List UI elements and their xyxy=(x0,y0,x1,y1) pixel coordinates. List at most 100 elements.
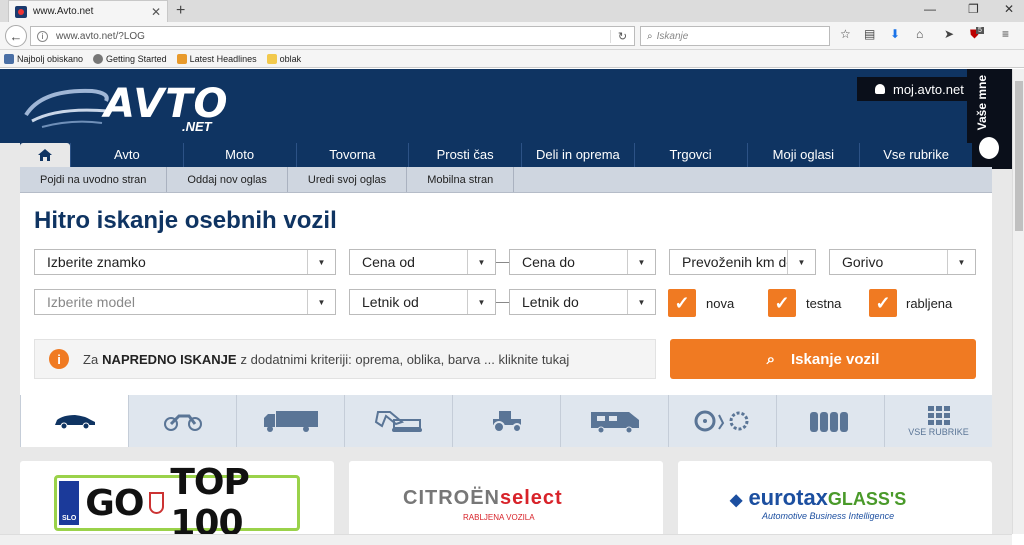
range-dash xyxy=(496,262,510,263)
speech-bubble-icon xyxy=(979,137,999,159)
checkbox-rabljena-label: rabljena xyxy=(906,296,953,311)
nav-avto[interactable]: Avto xyxy=(70,143,183,167)
globe-icon xyxy=(93,53,104,64)
chevron-down-icon: ▼ xyxy=(467,250,495,274)
chevron-down-icon: ▼ xyxy=(787,250,815,274)
search-title: Hitro iskanje osebnih vozil xyxy=(34,207,337,234)
km-select[interactable]: Prevoženih km do ▼ xyxy=(669,249,816,275)
url-bar[interactable]: i www.avto.net/?LOG ↻ xyxy=(30,26,635,46)
download-icon[interactable]: ⬇ xyxy=(890,27,900,41)
price-to-select[interactable]: Cena do ▼ xyxy=(509,249,656,275)
bookmarks-bar: Najbolj obiskano Getting Started Latest … xyxy=(0,50,1024,68)
subnav-uredi[interactable]: Uredi svoj oglas xyxy=(288,167,408,192)
info-icon[interactable]: i xyxy=(37,30,48,42)
model-select[interactable]: Izberite model ▼ xyxy=(34,289,336,315)
rss-icon xyxy=(176,53,187,64)
browser-tab[interactable]: www.Avto.net ✕ xyxy=(8,0,168,22)
category-tabs: VSE RUBRIKE xyxy=(20,395,992,447)
bookmark-star-icon[interactable]: ☆ xyxy=(840,27,851,41)
nav-moji-oglasi[interactable]: Moji oglasi xyxy=(746,143,860,167)
nav-prosti-cas[interactable]: Prosti čas xyxy=(408,143,521,167)
avto-favicon-icon xyxy=(15,5,27,18)
category-construction[interactable] xyxy=(344,395,452,447)
tires-icon xyxy=(809,412,848,432)
site-header: AVTO .NET moj.avto.net xyxy=(0,69,1012,143)
eurotax-logo: ◆ eurotaxGLASS'S xyxy=(730,485,907,510)
subnav-mobilna[interactable]: Mobilna stran xyxy=(407,167,515,192)
send-icon[interactable]: ➤ xyxy=(944,27,954,41)
account-link[interactable]: moj.avto.net xyxy=(857,77,972,101)
search-icon: ⌕ xyxy=(647,30,653,42)
ublock-icon[interactable]: ⛊5 xyxy=(970,27,987,42)
scroll-thumb[interactable] xyxy=(1015,81,1023,231)
advanced-search-link[interactable]: i Za NAPREDNO ISKANJE z dodatnimi kriter… xyxy=(34,339,656,379)
nav-trgovci[interactable]: Trgovci xyxy=(633,143,747,167)
category-tires[interactable] xyxy=(776,395,884,447)
minimize-icon[interactable]: — xyxy=(924,2,936,16)
tab-title: www.Avto.net xyxy=(33,6,94,17)
bookmark-item[interactable]: Najbolj obiskano xyxy=(4,53,83,64)
search-vehicles-button[interactable]: ⌕ Iskanje vozil xyxy=(670,339,976,379)
banner-go-top-100[interactable]: SLO GO TOP 100 xyxy=(20,461,334,545)
nav-vse-rubrike[interactable]: Vse rubrike xyxy=(859,143,972,167)
close-window-icon[interactable]: ✕ xyxy=(1004,2,1014,16)
category-car[interactable] xyxy=(20,395,128,447)
chevron-down-icon: ▼ xyxy=(627,290,655,314)
banner-row: SLO GO TOP 100 CITROËNselect RABLJENA VO… xyxy=(20,461,992,545)
nav-deli-in-oprema[interactable]: Deli in oprema xyxy=(521,143,634,167)
subnav-oddaj[interactable]: Oddaj nov oglas xyxy=(167,167,288,192)
nav-moto[interactable]: Moto xyxy=(182,143,296,167)
browser-tab-bar: www.Avto.net ✕ + — ❐ ✕ xyxy=(0,0,1024,22)
nav-tovorna[interactable]: Tovorna xyxy=(295,143,409,167)
restore-icon[interactable]: ❐ xyxy=(968,2,979,16)
price-from-select[interactable]: Cena od ▼ xyxy=(349,249,496,275)
category-parts[interactable] xyxy=(668,395,776,447)
year-from-select[interactable]: Letnik od ▼ xyxy=(349,289,496,315)
citroen-logo: CITROËNselect xyxy=(403,487,563,509)
category-camper[interactable] xyxy=(560,395,668,447)
tractor-icon xyxy=(492,411,522,433)
avto-logo[interactable]: AVTO .NET xyxy=(22,81,232,134)
menu-icon[interactable]: ≡ xyxy=(1002,27,1009,41)
checkbox-rabljena[interactable]: ✓ xyxy=(869,289,897,317)
category-moto[interactable] xyxy=(128,395,236,447)
category-truck[interactable] xyxy=(236,395,344,447)
folder-icon xyxy=(266,53,277,64)
grid-icon xyxy=(927,406,950,425)
chevron-down-icon: ▼ xyxy=(627,250,655,274)
feedback-tab[interactable]: Vaše mne xyxy=(967,69,1012,169)
new-tab-icon[interactable]: + xyxy=(176,2,185,20)
home-icon[interactable]: ⌂ xyxy=(916,27,923,41)
bookmark-item[interactable]: Getting Started xyxy=(93,53,167,64)
eu-flag-icon: SLO xyxy=(59,481,80,525)
subnav-uvodna[interactable]: Pojdi na uvodno stran xyxy=(20,167,168,192)
range-dash xyxy=(496,302,510,303)
chevron-down-icon: ▼ xyxy=(467,290,495,314)
home-nav-button[interactable] xyxy=(20,143,70,167)
horizontal-scrollbar[interactable] xyxy=(0,534,1012,545)
sub-nav: Pojdi na uvodno stran Oddaj nov oglas Ur… xyxy=(20,167,992,193)
bookmark-item[interactable]: oblak xyxy=(266,53,301,64)
brand-select[interactable]: Izberite znamko ▼ xyxy=(34,249,336,275)
banner-citroen-select[interactable]: CITROËNselect RABLJENA VOZILA xyxy=(349,461,663,545)
category-agriculture[interactable] xyxy=(452,395,560,447)
eurotax-arrows-icon: ◆ xyxy=(730,492,743,509)
banner-eurotax[interactable]: ◆ eurotaxGLASS'S Automotive Business Int… xyxy=(678,461,992,545)
reload-icon[interactable]: ↻ xyxy=(610,29,634,43)
reading-list-icon[interactable]: ▤ xyxy=(864,27,875,41)
bookmark-item[interactable]: Latest Headlines xyxy=(176,53,257,64)
checkbox-nova[interactable]: ✓ xyxy=(668,289,696,317)
back-icon[interactable]: ← xyxy=(5,25,27,47)
category-all[interactable]: VSE RUBRIKE xyxy=(884,395,992,447)
bookmark-icon xyxy=(4,53,14,64)
browser-search-input[interactable]: ⌕ Iskanje xyxy=(640,26,830,46)
year-to-select[interactable]: Letnik do ▼ xyxy=(509,289,656,315)
chevron-down-icon: ▼ xyxy=(307,250,335,274)
info-icon: i xyxy=(49,349,69,369)
fuel-select[interactable]: Gorivo ▼ xyxy=(829,249,976,275)
vertical-scrollbar[interactable] xyxy=(1012,69,1024,534)
checkbox-testna[interactable]: ✓ xyxy=(768,289,796,317)
motorcycle-icon xyxy=(163,414,202,431)
url-text: www.avto.net/?LOG xyxy=(56,30,145,42)
close-tab-icon[interactable]: ✕ xyxy=(151,5,161,19)
